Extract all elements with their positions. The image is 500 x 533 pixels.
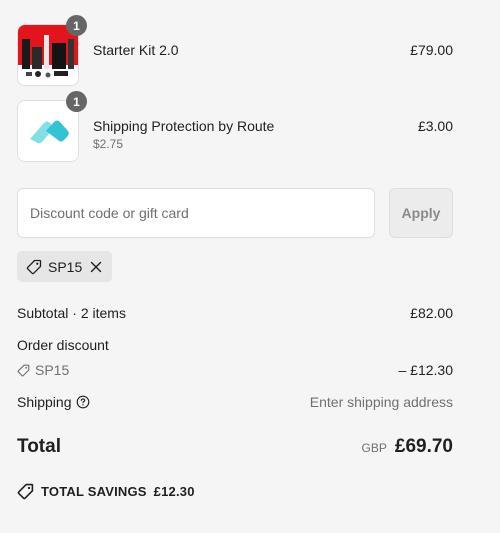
discount-value: – £12.30	[398, 362, 454, 378]
starter-kit-product-image	[18, 25, 78, 85]
tag-icon	[26, 259, 42, 274]
shipping-value: Enter shipping address	[309, 394, 453, 410]
applied-code-label: SP15	[48, 258, 83, 275]
subtotal-value: £82.00	[410, 305, 453, 321]
quantity-badge: 1	[66, 91, 87, 112]
savings-label: TOTAL SAVINGS	[41, 484, 147, 499]
discount-code-input[interactable]	[17, 188, 375, 238]
subtotal-label: Subtotal · 2 items	[17, 305, 126, 321]
shipping-label: Shipping	[17, 394, 72, 410]
total-value: £69.70	[394, 436, 453, 457]
line-item-shipping-protection: 1 Shipping Protection by Route $2.75 £3.…	[17, 91, 453, 164]
close-icon	[91, 261, 102, 272]
quantity-badge: 1	[66, 15, 87, 36]
discount-code-line: SP15	[17, 362, 69, 378]
item-price: £79.00	[410, 42, 453, 58]
item-subtitle: $2.75	[93, 137, 124, 151]
line-item-starter-kit: 1 Starter Kit 2.0 £79.00	[17, 15, 453, 88]
item-title: Shipping Protection by Route	[93, 118, 275, 134]
remove-discount-button[interactable]	[90, 261, 102, 273]
shipping-label-group: Shipping	[17, 394, 90, 410]
item-price: £3.00	[417, 118, 453, 134]
order-discount-label: Order discount	[17, 337, 109, 353]
total-currency: GBP	[361, 441, 387, 455]
savings-value: £12.30	[153, 484, 195, 499]
total-savings: TOTAL SAVINGS £12.30	[17, 483, 195, 500]
help-icon	[76, 395, 89, 409]
discount-code: SP15	[35, 362, 70, 378]
item-title: Starter Kit 2.0	[93, 42, 179, 58]
tag-icon	[17, 364, 30, 376]
savings-tag-icon	[17, 483, 34, 500]
total-label: Total	[17, 436, 61, 457]
route-logo	[18, 101, 78, 161]
applied-discount-tag: SP15	[17, 251, 113, 282]
shipping-info-button[interactable]	[76, 395, 90, 409]
product-thumbnail: 1	[17, 15, 87, 86]
product-thumbnail: 1	[17, 91, 87, 162]
apply-button[interactable]: Apply	[389, 188, 453, 238]
total-value-group: GBP £69.70	[362, 436, 453, 458]
